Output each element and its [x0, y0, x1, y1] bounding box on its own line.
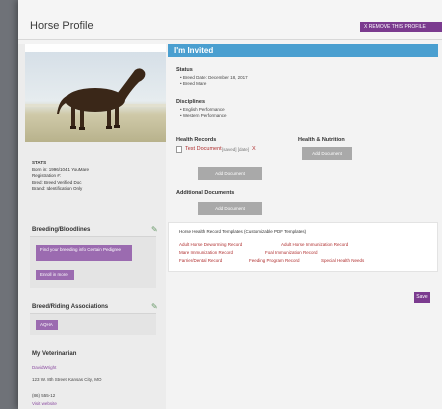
aqha-badge[interactable]: AQHA	[36, 320, 58, 330]
add-health-document-button[interactable]: Add Document	[198, 167, 262, 180]
template-link[interactable]: Feeding Program Record	[249, 258, 300, 263]
page-title: Horse Profile	[30, 20, 94, 32]
edit-associations-icon[interactable]: ✎	[151, 302, 158, 311]
save-button[interactable]: Save	[414, 292, 430, 303]
edit-breeding-icon[interactable]: ✎	[151, 225, 158, 234]
additional-documents-label: Additional Documents	[176, 190, 235, 196]
template-title: Horse Health Record Templates (Customiza…	[179, 229, 307, 234]
delete-document-icon[interactable]: X	[252, 146, 256, 152]
horse-photo	[25, 44, 166, 142]
health-records-label: Health Records	[176, 137, 217, 143]
enroll-button[interactable]: Enroll in more	[36, 270, 74, 280]
associations-title: Breed/Riding Associations	[32, 304, 109, 310]
template-panel: Horse Health Record Templates (Customiza…	[168, 222, 438, 272]
template-link[interactable]: Farrier/Dental Record	[179, 258, 222, 263]
template-link[interactable]: Adult Horse Immunization Record	[281, 242, 348, 247]
associations-box: AQHA	[30, 313, 156, 335]
test-document-meta: [saved] [date]	[222, 147, 250, 152]
template-link[interactable]: Adult Horse Deworming Record	[179, 242, 242, 247]
status-item: • Breed Mare	[180, 81, 207, 86]
vet-phone: (86) 555-12	[32, 393, 56, 398]
stats-line: Brand: Identification Only	[32, 186, 83, 191]
vet-title: My Veterinarian	[32, 351, 77, 357]
disciplines-label: Disciplines	[176, 99, 206, 105]
discipline-item: • Western Performance	[180, 113, 227, 118]
breeding-box: Find your breeding info Certain Pedigree…	[30, 236, 156, 288]
vet-website-link[interactable]: Visit website	[32, 401, 57, 406]
breeding-title: Breeding/Bloodlines	[32, 227, 91, 233]
test-document-link[interactable]: Test Document	[185, 146, 222, 152]
template-link[interactable]: Special Health Needs	[321, 258, 364, 263]
status-list: • Breed Date: December 18, 2017 • Breed …	[180, 75, 248, 87]
disciplines-list: • English Performance • Western Performa…	[180, 107, 227, 119]
find-breeding-button[interactable]: Find your breeding info Certain Pedigree	[36, 245, 132, 261]
health-nutrition-label: Health & Nutrition	[298, 137, 345, 143]
remove-profile-button[interactable]: X REMOVE THIS PROFILE	[360, 22, 442, 32]
horse-profile-page: Horse Profile X REMOVE THIS PROFILE STAT…	[18, 0, 442, 409]
vet-address: 123 W. 8th Street Kansas City, MO	[32, 377, 102, 382]
invite-banner: I'm Invited	[168, 44, 438, 57]
template-link[interactable]: Foal Immunization Record	[265, 250, 318, 255]
page-header: Horse Profile X REMOVE THIS PROFILE	[18, 0, 442, 40]
horse-stats: STATS Born in: 1996/1041 YouMare Registr…	[32, 160, 89, 193]
add-additional-document-button[interactable]: Add Document	[198, 202, 262, 215]
sidebar: STATS Born in: 1996/1041 YouMare Registr…	[18, 44, 166, 409]
template-link[interactable]: Mare Immunization Record	[179, 250, 233, 255]
add-nutrition-document-button[interactable]: Add Document	[302, 147, 352, 160]
document-icon	[176, 146, 182, 153]
vet-name[interactable]: DavidWright	[32, 365, 56, 370]
status-label: Status	[176, 67, 193, 73]
